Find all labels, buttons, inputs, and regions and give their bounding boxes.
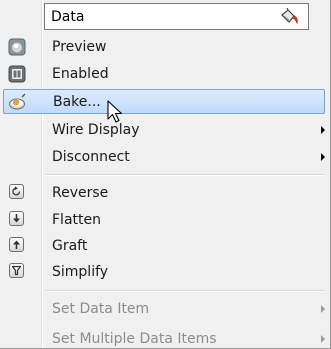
name-field-row xyxy=(44,3,310,30)
menu-item-label: Set Data Item xyxy=(52,301,150,317)
menu-item-preview[interactable]: Preview xyxy=(3,35,325,59)
flatten-arrow-down-icon xyxy=(9,211,24,226)
menu-item-bake[interactable]: Bake... xyxy=(3,89,325,114)
bake-egg-icon xyxy=(8,93,26,111)
menu-item-wire-display[interactable]: Wire Display xyxy=(3,118,325,142)
menu-item-label: Bake... xyxy=(53,94,101,110)
menu-item-simplify[interactable]: Simplify xyxy=(3,260,325,284)
menu-item-label: Set Multiple Data Items xyxy=(52,331,217,347)
submenu-arrow-icon xyxy=(321,305,325,313)
menu-item-set-data-item[interactable]: Set Data Item xyxy=(3,297,325,321)
menu-item-label: Enabled xyxy=(52,66,109,82)
menu-separator xyxy=(46,290,324,292)
menu-separator xyxy=(46,174,324,176)
menu-item-label: Reverse xyxy=(52,185,109,201)
menu-item-reverse[interactable]: Reverse xyxy=(3,181,325,205)
menu-item-label: Simplify xyxy=(52,264,109,280)
menu-item-label: Graft xyxy=(52,238,88,254)
submenu-arrow-icon xyxy=(321,153,325,161)
menu-item-label: Disconnect xyxy=(52,149,130,165)
submenu-arrow-icon xyxy=(321,126,325,134)
menu-item-label: Flatten xyxy=(52,212,101,228)
submenu-arrow-icon xyxy=(321,335,325,343)
menu-item-enabled[interactable]: Enabled xyxy=(3,62,325,86)
menu-item-set-multiple-data-items[interactable]: Set Multiple Data Items xyxy=(3,327,325,348)
reverse-icon xyxy=(9,184,24,199)
paint-brush-icon[interactable] xyxy=(278,7,300,27)
graft-arrow-up-icon xyxy=(9,237,24,252)
menu-item-disconnect[interactable]: Disconnect xyxy=(3,145,325,169)
menu-item-label: Preview xyxy=(52,39,107,55)
menu-item-label: Wire Display xyxy=(52,122,140,138)
preview-sphere-icon xyxy=(8,38,26,56)
name-field-input[interactable] xyxy=(44,3,309,30)
context-menu: Preview Enabled Bake... xyxy=(0,0,331,349)
menu-item-graft[interactable]: Graft xyxy=(3,234,325,258)
enabled-icon xyxy=(8,65,26,83)
simplify-funnel-icon xyxy=(9,263,24,278)
menu-item-flatten[interactable]: Flatten xyxy=(3,208,325,232)
